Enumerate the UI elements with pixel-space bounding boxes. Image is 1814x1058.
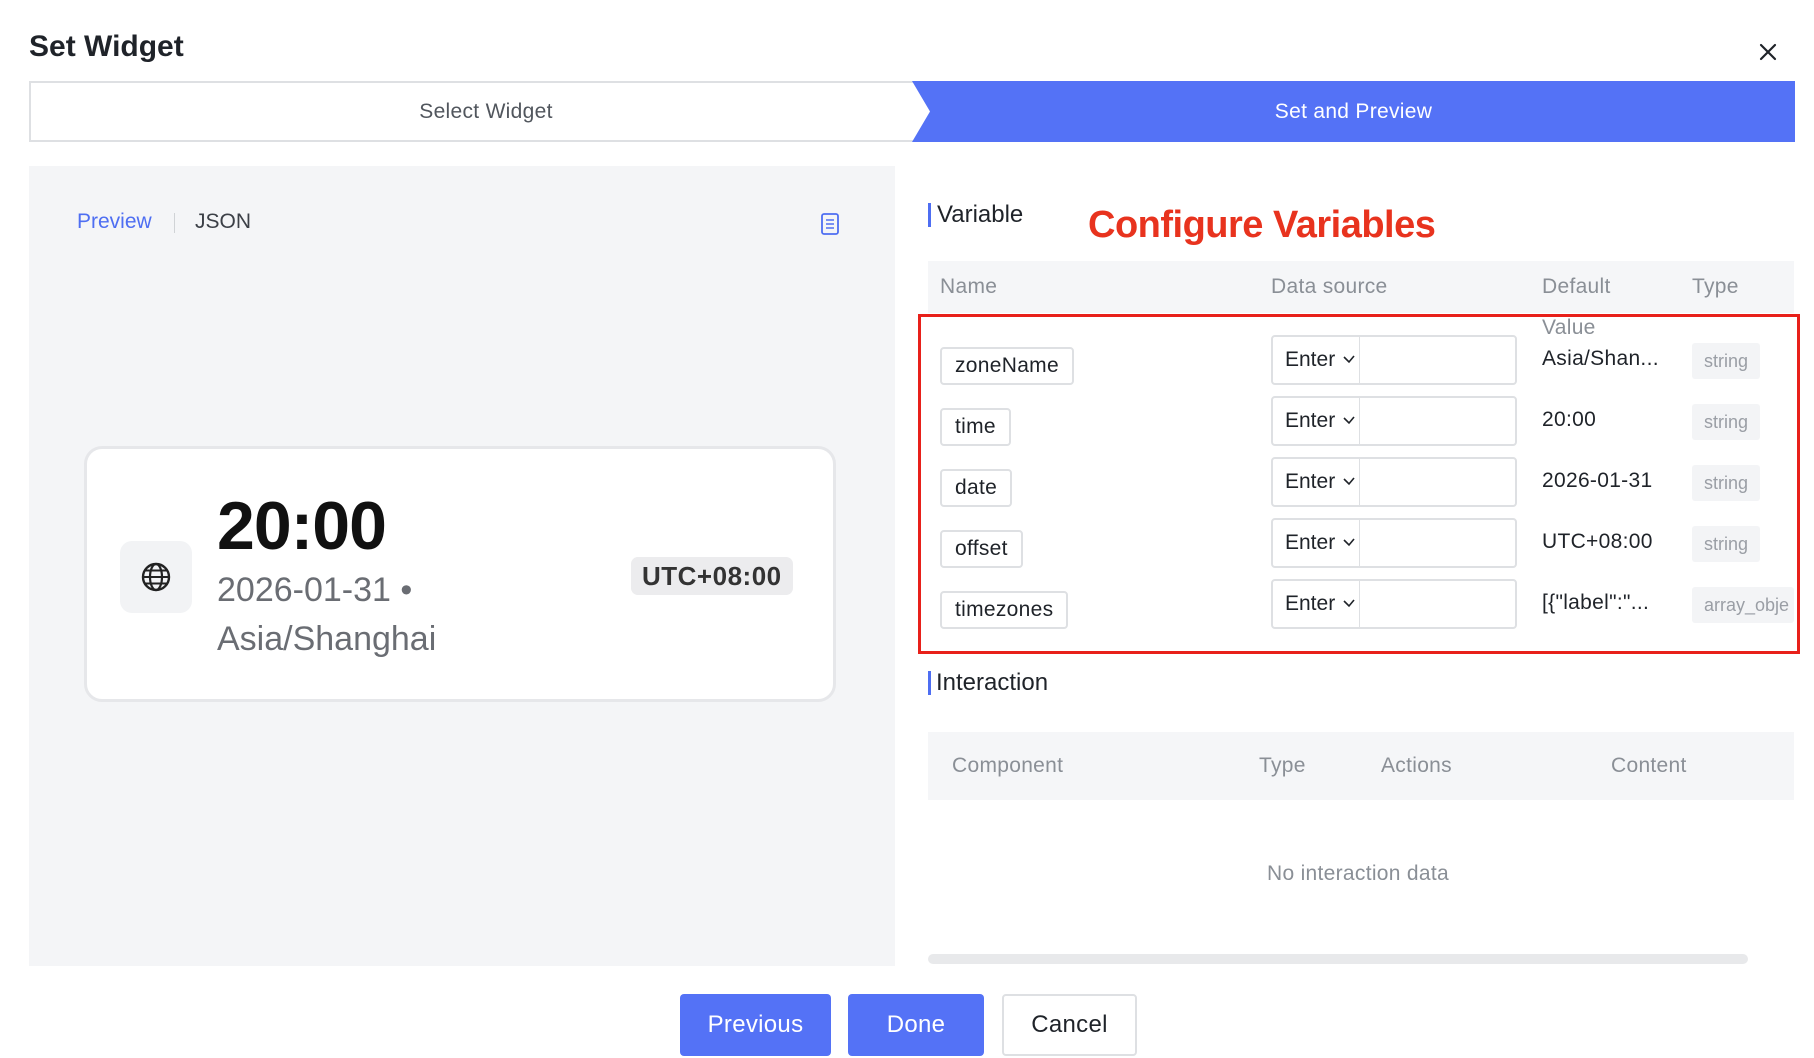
widget-date: 2026-01-31 • — [217, 571, 413, 609]
document-icon[interactable] — [819, 212, 841, 236]
data-source-input[interactable] — [1359, 579, 1517, 629]
interaction-section-title: Interaction — [936, 669, 1049, 696]
select-value: Enter — [1285, 409, 1336, 432]
section-accent-bar — [928, 203, 931, 227]
dialog-title: Set Widget — [29, 30, 184, 63]
type-tag: array_obje — [1692, 587, 1794, 623]
section-accent-bar — [928, 671, 931, 695]
variable-section-title: Variable — [937, 201, 1024, 228]
previous-button[interactable]: Previous — [680, 994, 831, 1056]
data-source-input[interactable] — [1359, 335, 1517, 385]
interaction-table-header: Component Type Actions Content — [928, 732, 1794, 800]
type-tag: string — [1692, 465, 1761, 501]
default-value: UTC+08:00 — [1542, 530, 1653, 553]
type-tag: string — [1692, 343, 1761, 379]
default-value: 2026-01-31 — [1542, 469, 1653, 492]
data-source-select[interactable]: Enter — [1271, 396, 1361, 446]
table-row: zoneName Enter Asia/Shan... string — [928, 335, 1794, 395]
col-default: Default — [1542, 275, 1611, 298]
variable-name: timezones — [940, 591, 1069, 629]
select-value: Enter — [1285, 348, 1336, 371]
globe-icon-box — [120, 541, 192, 613]
data-source-input[interactable] — [1359, 396, 1517, 446]
globe-icon — [141, 562, 171, 592]
default-value: Asia/Shan... — [1542, 347, 1659, 370]
col-content: Content — [1611, 754, 1687, 777]
select-value: Enter — [1285, 592, 1336, 615]
variable-name: zoneName — [940, 347, 1074, 385]
chevron-down-icon — [1343, 355, 1355, 364]
empty-state: No interaction data — [1267, 862, 1449, 885]
type-tag: string — [1692, 404, 1761, 440]
step-label: Select Widget — [419, 99, 553, 123]
tab-divider — [174, 213, 175, 233]
col-name: Name — [940, 275, 998, 298]
tab-preview[interactable]: Preview — [77, 210, 152, 234]
variable-name: date — [940, 469, 1013, 507]
widget-time: 20:00 — [217, 488, 387, 564]
data-source-select[interactable]: Enter — [1271, 518, 1361, 568]
col-component: Component — [952, 754, 1064, 777]
close-icon[interactable] — [1752, 36, 1784, 68]
done-button[interactable]: Done — [848, 994, 984, 1056]
col-actions: Actions — [1381, 754, 1452, 777]
step-select-widget[interactable]: Select Widget — [29, 81, 941, 142]
default-value: 20:00 — [1542, 408, 1597, 431]
chevron-down-icon — [1343, 538, 1355, 547]
table-row: date Enter 2026-01-31 string — [928, 457, 1794, 517]
chevron-down-icon — [1343, 416, 1355, 425]
steps-bar: Select Widget Set and Preview — [29, 81, 1795, 142]
data-source-select[interactable]: Enter — [1271, 579, 1361, 629]
table-row: timezones Enter [{"label":"... array_obj… — [928, 579, 1794, 639]
tab-json[interactable]: JSON — [195, 210, 251, 234]
select-value: Enter — [1285, 470, 1336, 493]
step-label: Set and Preview — [1274, 99, 1433, 123]
default-value: [{"label":"... — [1542, 591, 1650, 614]
data-source-select[interactable]: Enter — [1271, 457, 1361, 507]
col-data-source: Data source — [1271, 275, 1388, 298]
type-tag: string — [1692, 526, 1761, 562]
col-type: Type — [1692, 275, 1739, 298]
preview-panel: Preview JSON 20:00 2026-01-31 • Asia/Sha… — [29, 166, 895, 966]
clock-widget-card: 20:00 2026-01-31 • Asia/Shanghai UTC+08:… — [84, 446, 836, 702]
widget-zone: Asia/Shanghai — [217, 620, 437, 658]
table-row: offset Enter UTC+08:00 string — [928, 518, 1794, 578]
widget-offset-badge: UTC+08:00 — [631, 557, 793, 595]
data-source-input[interactable] — [1359, 457, 1517, 507]
data-source-input[interactable] — [1359, 518, 1517, 568]
col-type: Type — [1259, 754, 1306, 777]
chevron-down-icon — [1343, 599, 1355, 608]
chevron-down-icon — [1343, 477, 1355, 486]
select-value: Enter — [1285, 531, 1336, 554]
variable-name: offset — [940, 530, 1023, 568]
table-row: time Enter 20:00 string — [928, 396, 1794, 456]
annotation-label: Configure Variables — [1088, 204, 1436, 246]
variable-name: time — [940, 408, 1011, 446]
horizontal-scrollbar[interactable] — [928, 954, 1748, 964]
variable-table-header: Name Data source Default Type — [928, 261, 1794, 313]
step-set-and-preview[interactable]: Set and Preview — [912, 81, 1795, 142]
data-source-select[interactable]: Enter — [1271, 335, 1361, 385]
cancel-button[interactable]: Cancel — [1002, 994, 1137, 1056]
